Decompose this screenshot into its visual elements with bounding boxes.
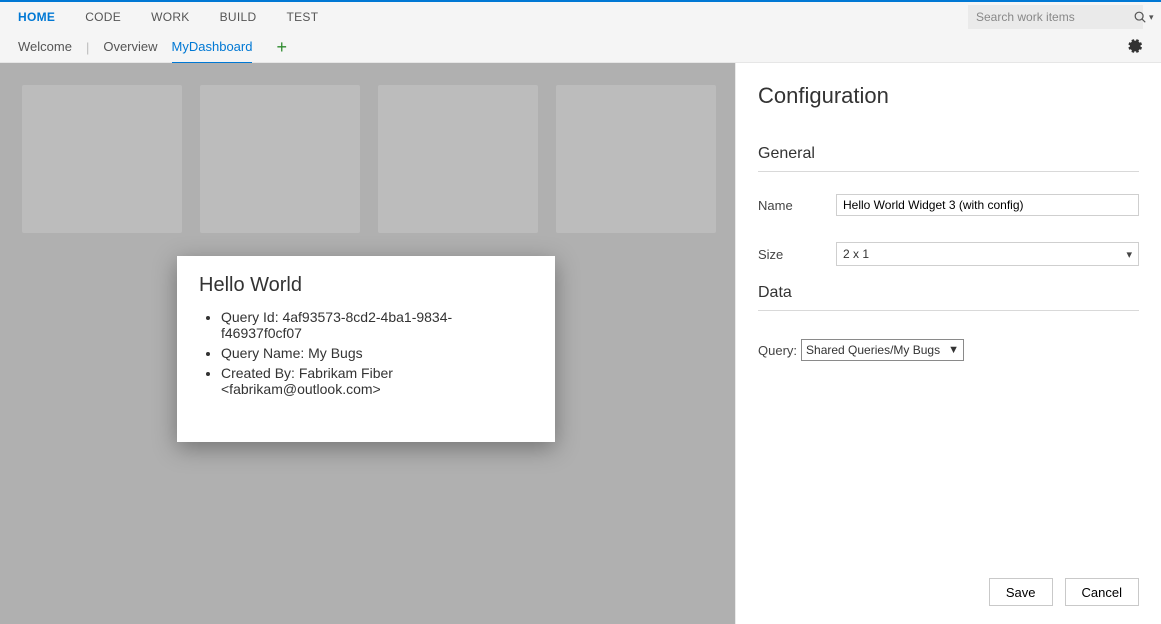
name-input[interactable] xyxy=(836,194,1139,216)
nav-separator: | xyxy=(86,40,89,55)
nav-tab-home[interactable]: HOME xyxy=(18,10,55,24)
chevron-down-icon: ▾ xyxy=(1149,12,1154,23)
nav-tab-code[interactable]: CODE xyxy=(85,10,121,24)
search-box[interactable]: ▾ xyxy=(968,5,1143,29)
chevron-down-icon: ▼ xyxy=(948,344,959,356)
form-row-query: Query: Shared Queries/My Bugs ▼ xyxy=(758,339,1139,361)
widget-title: Hello World xyxy=(199,274,533,297)
section-divider xyxy=(758,171,1139,172)
nav-tab-work[interactable]: WORK xyxy=(151,10,190,24)
panel-footer: Save Cancel xyxy=(758,578,1139,606)
search-icon[interactable]: ▾ xyxy=(1133,10,1154,24)
section-divider xyxy=(758,310,1139,311)
gear-icon xyxy=(1127,38,1143,54)
main-area: Hello World Query Id: 4af93573-8cd2-4ba1… xyxy=(0,63,1161,624)
plus-icon: + xyxy=(276,37,287,57)
widget-detail-item: Query Name: My Bugs xyxy=(221,345,533,361)
configuration-panel: Configuration General Name Size 2 x 1 ▾ … xyxy=(735,63,1161,624)
save-button[interactable]: Save xyxy=(989,578,1053,606)
chevron-down-icon: ▾ xyxy=(1126,248,1132,261)
add-dashboard-button[interactable]: + xyxy=(276,39,287,55)
label-size: Size xyxy=(758,247,836,262)
sub-tab-mydashboard[interactable]: MyDashboard xyxy=(172,32,253,63)
size-select-value: 2 x 1 xyxy=(843,247,869,261)
dashboard-tile-placeholder[interactable] xyxy=(200,85,360,233)
form-row-name: Name xyxy=(758,194,1139,216)
sub-tab-overview[interactable]: Overview xyxy=(103,32,157,63)
search-input[interactable] xyxy=(974,9,1133,25)
nav-tab-test[interactable]: TEST xyxy=(286,10,318,24)
label-name: Name xyxy=(758,198,836,213)
widget-detail-item: Query Id: 4af93573-8cd2-4ba1-9834-f46937… xyxy=(221,309,533,341)
primary-nav-bar: HOME CODE WORK BUILD TEST ▾ xyxy=(0,2,1161,32)
dashboard-canvas: Hello World Query Id: 4af93573-8cd2-4ba1… xyxy=(0,63,735,624)
cancel-button[interactable]: Cancel xyxy=(1065,578,1139,606)
panel-title: Configuration xyxy=(758,83,1139,109)
nav-tab-build[interactable]: BUILD xyxy=(220,10,257,24)
label-query: Query: xyxy=(758,343,797,358)
section-header-general: General xyxy=(758,145,1139,163)
dashboard-tile-placeholder[interactable] xyxy=(22,85,182,233)
dashboard-tile-placeholder[interactable] xyxy=(378,85,538,233)
sub-tab-welcome[interactable]: Welcome xyxy=(18,32,72,63)
secondary-nav-bar: Welcome | Overview MyDashboard + xyxy=(0,32,1161,63)
hello-world-widget[interactable]: Hello World Query Id: 4af93573-8cd2-4ba1… xyxy=(177,256,555,442)
form-row-size: Size 2 x 1 ▾ xyxy=(758,242,1139,266)
query-select-value: Shared Queries/My Bugs xyxy=(806,343,940,357)
query-select[interactable]: Shared Queries/My Bugs ▼ xyxy=(801,339,964,361)
settings-button[interactable] xyxy=(1127,38,1143,57)
size-select[interactable]: 2 x 1 ▾ xyxy=(836,242,1139,266)
dashboard-tile-placeholder[interactable] xyxy=(556,85,716,233)
widget-detail-list: Query Id: 4af93573-8cd2-4ba1-9834-f46937… xyxy=(199,309,533,397)
widget-detail-item: Created By: Fabrikam Fiber <fabrikam@out… xyxy=(221,365,533,397)
section-header-data: Data xyxy=(758,284,1139,302)
